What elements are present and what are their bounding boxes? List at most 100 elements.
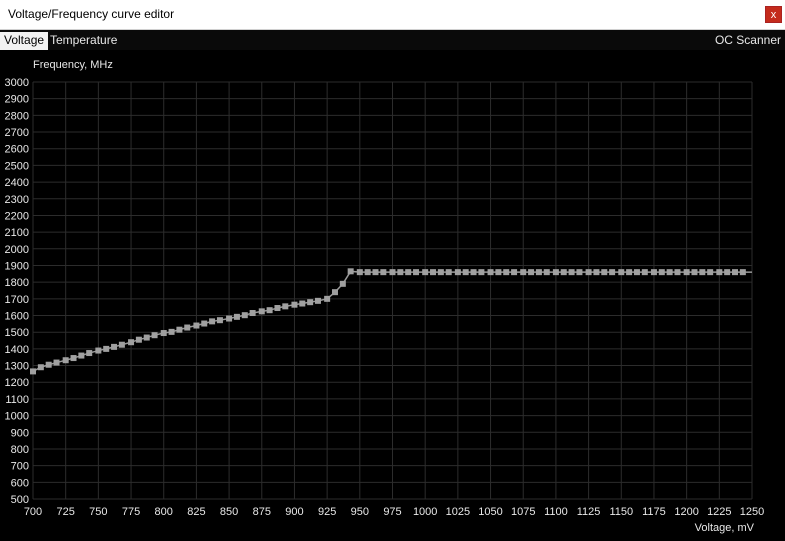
curve-point[interactable] — [511, 269, 518, 276]
curve-point[interactable] — [732, 269, 739, 276]
curve-point[interactable] — [495, 269, 502, 276]
curve-point[interactable] — [30, 368, 36, 375]
curve-point[interactable] — [437, 269, 444, 276]
y-tick-label: 1800 — [5, 277, 29, 289]
curve-point[interactable] — [78, 352, 85, 359]
vf-curve-chart[interactable]: 3000 2900 2800 2700 2600 2500 2400 2300 2200 2100… — [0, 0, 785, 541]
y-tick-label: 2200 — [5, 210, 29, 222]
curve-point[interactable] — [405, 269, 412, 276]
curve-point[interactable] — [626, 269, 633, 276]
curve-point[interactable] — [666, 269, 673, 276]
curve-point[interactable] — [478, 269, 485, 276]
curve-point[interactable] — [160, 330, 167, 337]
curve-point[interactable] — [691, 269, 698, 276]
curve-point[interactable] — [347, 268, 354, 275]
curve-point[interactable] — [470, 269, 477, 276]
curve-point[interactable] — [135, 336, 142, 343]
curve-point[interactable] — [445, 269, 452, 276]
curve-point[interactable] — [274, 305, 281, 312]
curve-point[interactable] — [568, 269, 575, 276]
curve-point[interactable] — [70, 355, 77, 362]
curve-point[interactable] — [258, 308, 265, 315]
curve-point[interactable] — [380, 269, 387, 276]
curve-point[interactable] — [593, 269, 600, 276]
curve-point[interactable] — [364, 269, 371, 276]
curve-point[interactable] — [487, 269, 494, 276]
curve-point[interactable] — [209, 318, 216, 325]
curve-point[interactable] — [462, 269, 469, 276]
curve-point[interactable] — [543, 269, 550, 276]
curve-point[interactable] — [176, 326, 183, 333]
curve-point[interactable] — [633, 269, 640, 276]
curve-point[interactable] — [528, 269, 535, 276]
curve-point[interactable] — [609, 269, 616, 276]
curve-point[interactable] — [372, 269, 379, 276]
curve-point[interactable] — [503, 269, 510, 276]
curve-point[interactable] — [266, 307, 273, 314]
curve-point[interactable] — [45, 361, 52, 368]
curve-point[interactable] — [37, 364, 44, 371]
curve-point[interactable] — [201, 320, 208, 327]
curve-point[interactable] — [397, 269, 404, 276]
x-tick-label: 800 — [155, 506, 173, 518]
x-tick-label: 1025 — [446, 506, 470, 518]
curve-point[interactable] — [118, 341, 125, 348]
curve-point[interactable] — [226, 315, 233, 322]
curve-point[interactable] — [151, 332, 158, 339]
curve-point[interactable] — [291, 301, 298, 308]
curve-point[interactable] — [454, 269, 461, 276]
curve-point[interactable] — [143, 334, 150, 341]
curve-point[interactable] — [282, 303, 289, 310]
curve-point[interactable] — [299, 300, 306, 307]
curve-point[interactable] — [422, 269, 429, 276]
curve-point[interactable] — [576, 269, 583, 276]
curve-point[interactable] — [641, 269, 648, 276]
curve-point[interactable] — [249, 310, 256, 317]
curve-point[interactable] — [324, 295, 331, 302]
curve-point[interactable] — [128, 339, 135, 346]
curve-point[interactable] — [658, 269, 665, 276]
curve-point[interactable] — [103, 345, 110, 352]
curve-point[interactable] — [699, 269, 706, 276]
curve-point[interactable] — [331, 289, 338, 296]
curve-point[interactable] — [430, 269, 437, 276]
curve-point[interactable] — [111, 343, 118, 350]
curve-point[interactable] — [241, 312, 248, 319]
curve-point[interactable] — [739, 269, 746, 276]
curve-point[interactable] — [53, 359, 60, 366]
curve-point[interactable] — [307, 299, 314, 306]
curve-point[interactable] — [95, 347, 102, 354]
curve-point[interactable] — [674, 269, 681, 276]
curve-point[interactable] — [683, 269, 690, 276]
curve-point[interactable] — [716, 269, 723, 276]
curve-point[interactable] — [233, 313, 240, 320]
curve-point[interactable] — [62, 357, 69, 364]
curve-point[interactable] — [560, 269, 567, 276]
curve-point[interactable] — [618, 269, 625, 276]
curve-point[interactable] — [184, 324, 191, 331]
x-tick-label: 1150 — [609, 506, 633, 518]
curve-point[interactable] — [650, 269, 657, 276]
curve-point[interactable] — [707, 269, 714, 276]
y-tick-label: 3000 — [5, 77, 29, 89]
y-tick-label: 1400 — [5, 344, 29, 356]
curve-point[interactable] — [520, 269, 527, 276]
curve-point[interactable] — [585, 269, 592, 276]
curve-point[interactable] — [389, 269, 396, 276]
curve-point[interactable] — [216, 317, 223, 324]
curve-point[interactable] — [314, 297, 321, 304]
curve-point[interactable] — [601, 269, 608, 276]
y-tick-label: 2800 — [5, 110, 29, 122]
curve-point[interactable] — [86, 350, 93, 357]
curve-point[interactable] — [552, 269, 559, 276]
y-tick-label: 1700 — [5, 294, 29, 306]
curve-point[interactable] — [339, 280, 346, 287]
curve-point[interactable] — [356, 269, 363, 276]
curve-point[interactable] — [724, 269, 731, 276]
x-tick-label: 925 — [318, 506, 336, 518]
curve-point[interactable] — [413, 269, 420, 276]
curve-point[interactable] — [535, 269, 542, 276]
curve-point[interactable] — [193, 322, 200, 329]
curve-point[interactable] — [168, 328, 175, 335]
x-tick-label: 1100 — [544, 506, 568, 518]
